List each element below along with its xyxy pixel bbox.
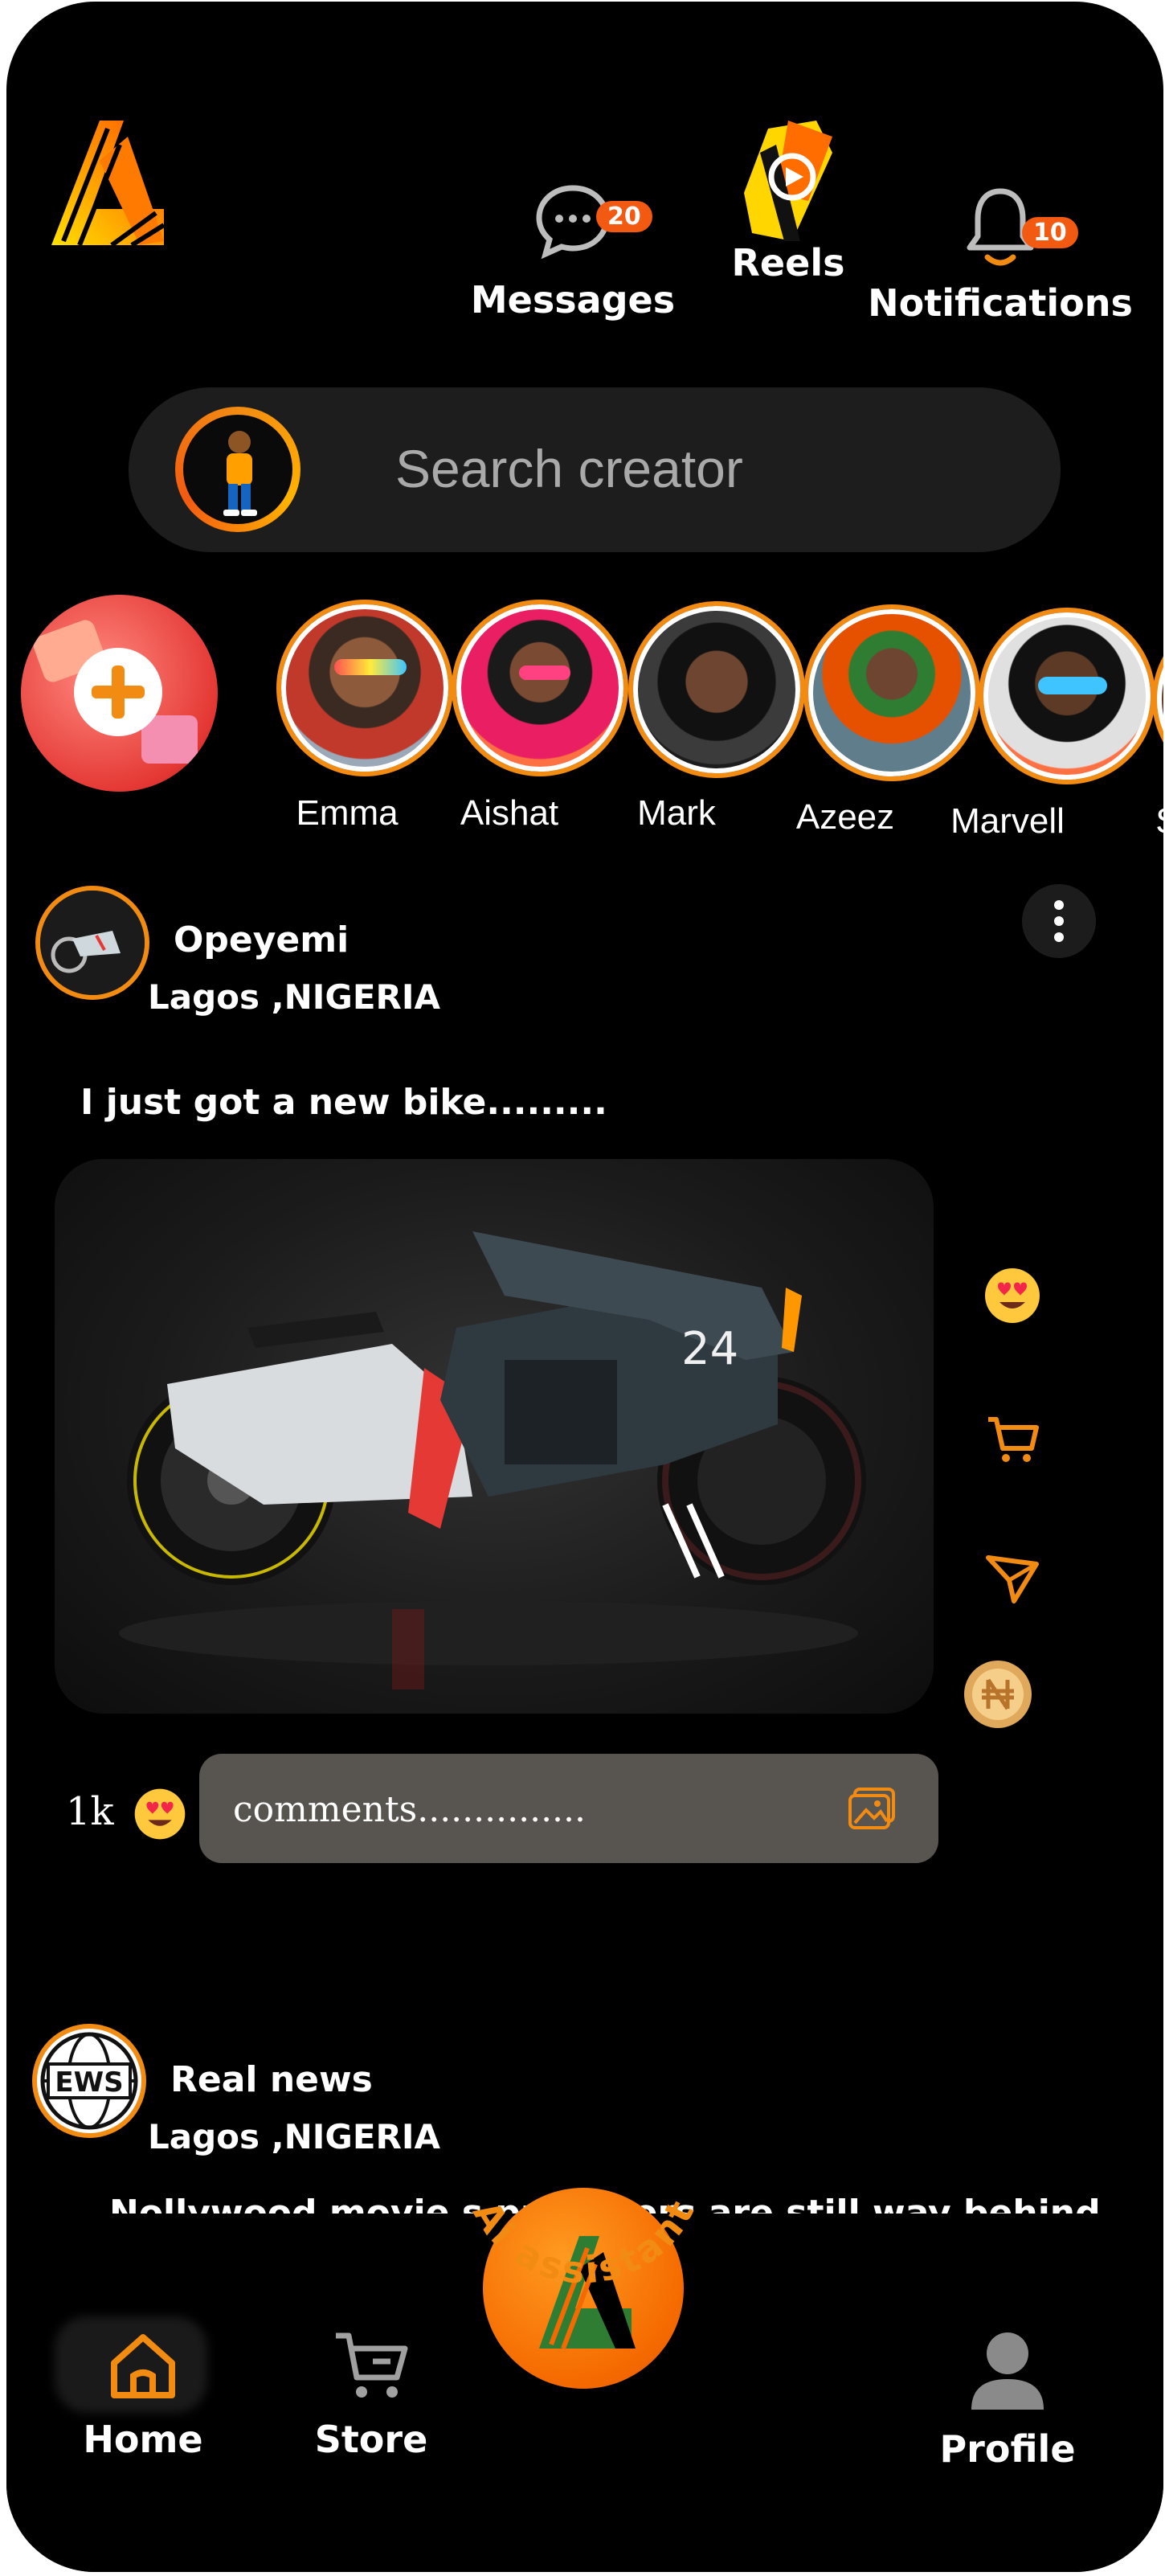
ai-assistant-label: Ai assistant bbox=[464, 2191, 704, 2292]
send-icon[interactable] bbox=[982, 1548, 1043, 1609]
like-count: 1k bbox=[66, 1789, 114, 1834]
post-author-name[interactable]: Opeyemi bbox=[174, 919, 349, 960]
user-avatar[interactable] bbox=[175, 407, 300, 532]
reels-label: Reels bbox=[731, 241, 845, 285]
cart-icon[interactable] bbox=[982, 1408, 1043, 1469]
story-name-mark: Mark bbox=[637, 793, 716, 833]
post2-avatar-text: EWS bbox=[55, 2066, 123, 2099]
post-image[interactable]: 24 bbox=[55, 1159, 934, 1714]
gallery-icon[interactable] bbox=[847, 1786, 898, 1831]
story-avatar-marvell[interactable] bbox=[983, 612, 1151, 780]
messages-nav[interactable]: 20 Messages bbox=[464, 180, 681, 321]
search-bar[interactable] bbox=[129, 387, 1061, 552]
more-dot-icon bbox=[1054, 932, 1064, 942]
reels-nav[interactable]: Reels bbox=[712, 121, 865, 285]
like-emoji-icon[interactable] bbox=[132, 1786, 188, 1842]
store-cart-icon bbox=[336, 2332, 408, 2398]
story-name-aishat: Aishat bbox=[460, 793, 559, 833]
post2-location: Lagos ,NIGERIA bbox=[148, 2117, 441, 2156]
add-story-button[interactable] bbox=[21, 595, 218, 792]
story-avatar-emma[interactable] bbox=[281, 604, 448, 772]
nav-store-label: Store bbox=[314, 2418, 428, 2461]
plus-icon bbox=[74, 648, 162, 736]
more-options-button[interactable] bbox=[1022, 884, 1096, 958]
bike-number-text: 24 bbox=[681, 1323, 738, 1375]
reels-icon bbox=[744, 121, 832, 241]
post-location: Lagos ,NIGERIA bbox=[148, 977, 441, 1017]
story-avatar-mark[interactable] bbox=[633, 606, 800, 773]
nav-profile-label: Profile bbox=[939, 2427, 1076, 2471]
story-avatar-azeez[interactable] bbox=[808, 609, 975, 776]
heart-eyes-emoji-icon[interactable] bbox=[982, 1265, 1043, 1326]
app-logo[interactable] bbox=[43, 113, 172, 249]
comment-input[interactable] bbox=[231, 1778, 797, 1841]
post-caption: I just got a new bike......... bbox=[80, 1082, 607, 1123]
nav-profile[interactable]: Profile bbox=[911, 2326, 1104, 2471]
search-input[interactable] bbox=[394, 428, 959, 510]
story-avatar-aishat[interactable] bbox=[456, 604, 623, 772]
home-icon bbox=[111, 2334, 175, 2398]
story-name-azeez: Azeez bbox=[795, 797, 895, 837]
svg-text:Ai assistant: Ai assistant bbox=[464, 2191, 704, 2292]
story-avatar-sid[interactable] bbox=[1157, 616, 1163, 783]
notifications-nav[interactable]: 10 Notifications bbox=[868, 185, 1133, 325]
profile-icon bbox=[971, 2332, 1044, 2410]
post-author-avatar[interactable] bbox=[35, 886, 149, 1000]
post2-author-name[interactable]: Real news bbox=[170, 2059, 373, 2100]
messages-label: Messages bbox=[470, 278, 676, 321]
motorcycle-image: 24 bbox=[119, 1231, 866, 1689]
globe-icon: EWS bbox=[40, 2032, 138, 2130]
nav-home[interactable]: Home bbox=[55, 2324, 231, 2461]
story-name-marvell: Marvell bbox=[950, 801, 1065, 841]
story-name-sid: Sid bbox=[1093, 801, 1163, 842]
phone-screen: 20 Messages Reels 10 Notifications Searc… bbox=[6, 2, 1163, 2572]
bike-thumbnail bbox=[40, 891, 145, 995]
naira-coin-icon[interactable] bbox=[963, 1659, 1033, 1730]
notifications-label: Notifications bbox=[868, 281, 1133, 325]
user-avatar-figure bbox=[223, 431, 257, 516]
nav-home-label: Home bbox=[83, 2418, 203, 2461]
comment-box[interactable] bbox=[199, 1754, 938, 1863]
more-dot-icon bbox=[1054, 900, 1064, 910]
story-name-emma: Emma bbox=[296, 793, 399, 833]
messages-badge: 20 bbox=[596, 201, 652, 232]
notifications-badge: 10 bbox=[1022, 217, 1078, 248]
more-dot-icon bbox=[1054, 916, 1064, 926]
post2-author-avatar[interactable]: EWS bbox=[32, 2024, 146, 2138]
